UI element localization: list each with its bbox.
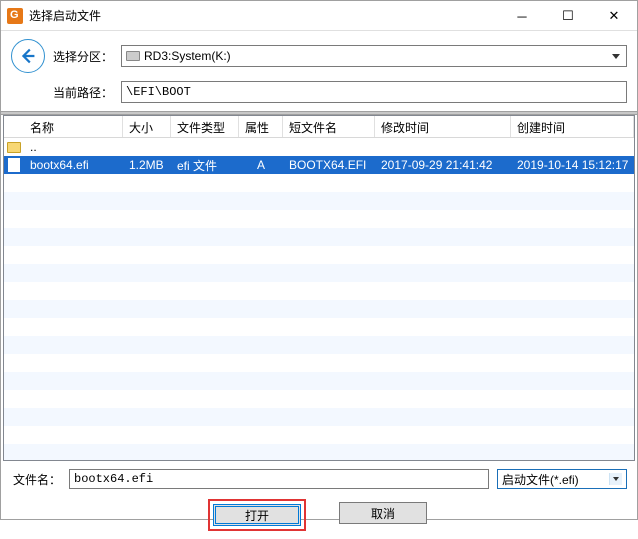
cell-type: efi 文件 xyxy=(171,157,239,174)
file-row xyxy=(4,192,634,210)
cell-ctime: 2019-10-14 15:12:17 xyxy=(511,158,634,172)
file-row xyxy=(4,444,634,461)
file-list: 名称 大小 文件类型 属性 短文件名 修改时间 创建时间 .. bootx64.e… xyxy=(3,115,635,461)
col-size[interactable]: 大小 xyxy=(123,116,171,137)
file-row[interactable]: bootx64.efi1.2MBefi 文件ABOOTX64.EFI2017-0… xyxy=(4,156,634,174)
filter-value: 启动文件(*.efi) xyxy=(502,471,579,488)
cell-mtime: 2017-09-29 21:41:42 xyxy=(375,158,511,172)
toolbar-row2: 当前路径： xyxy=(1,77,637,111)
col-name[interactable]: 名称 xyxy=(24,116,123,137)
col-attr[interactable]: 属性 xyxy=(239,116,283,137)
partition-select[interactable]: RD3:System(K:) xyxy=(121,45,627,67)
window-title: 选择启动文件 xyxy=(29,7,499,24)
bottom-panel: 文件名： 启动文件(*.efi) 打开 取消 xyxy=(1,461,637,539)
col-icon[interactable] xyxy=(4,116,24,137)
file-row xyxy=(4,282,634,300)
cell-attr: A xyxy=(239,158,283,172)
maximize-button[interactable]: ☐ xyxy=(545,1,591,31)
cell-size: 1.2MB xyxy=(123,158,171,172)
filter-select[interactable]: 启动文件(*.efi) xyxy=(497,469,627,489)
file-row xyxy=(4,318,634,336)
file-row xyxy=(4,390,634,408)
cell-name: .. xyxy=(24,140,123,154)
file-row xyxy=(4,408,634,426)
file-row xyxy=(4,174,634,192)
path-input[interactable] xyxy=(121,81,627,103)
cancel-button[interactable]: 取消 xyxy=(339,502,427,524)
close-button[interactable]: ✕ xyxy=(591,1,637,31)
arrow-left-icon xyxy=(17,45,39,67)
file-row xyxy=(4,246,634,264)
col-short[interactable]: 短文件名 xyxy=(283,116,375,137)
folder-icon xyxy=(7,142,21,153)
file-body[interactable]: .. bootx64.efi1.2MBefi 文件ABOOTX64.EFI2017… xyxy=(4,138,634,461)
col-mtime[interactable]: 修改时间 xyxy=(375,116,511,137)
file-row xyxy=(4,372,634,390)
toolbar: 选择分区： RD3:System(K:) xyxy=(1,31,637,77)
drive-icon xyxy=(126,51,140,61)
col-type[interactable]: 文件类型 xyxy=(171,116,239,137)
filename-label: 文件名： xyxy=(11,471,61,488)
partition-value: RD3:System(K:) xyxy=(144,49,231,63)
path-label: 当前路径： xyxy=(53,84,113,101)
file-row xyxy=(4,228,634,246)
cell-name: bootx64.efi xyxy=(24,158,123,172)
app-icon xyxy=(7,8,23,24)
file-row[interactable]: .. xyxy=(4,138,634,156)
filename-input[interactable] xyxy=(69,469,489,489)
partition-label: 选择分区： xyxy=(53,48,113,65)
minimize-button[interactable]: ─ xyxy=(499,1,545,31)
titlebar: 选择启动文件 ─ ☐ ✕ xyxy=(1,1,637,31)
back-button[interactable] xyxy=(11,39,45,73)
file-row xyxy=(4,354,634,372)
file-icon xyxy=(8,158,20,172)
col-ctime[interactable]: 创建时间 xyxy=(511,116,634,137)
cell-short: BOOTX64.EFI xyxy=(283,158,375,172)
file-row xyxy=(4,336,634,354)
file-row xyxy=(4,264,634,282)
file-header: 名称 大小 文件类型 属性 短文件名 修改时间 创建时间 xyxy=(4,116,634,138)
file-row xyxy=(4,426,634,444)
open-button[interactable]: 打开 xyxy=(213,504,301,526)
file-row xyxy=(4,210,634,228)
file-row xyxy=(4,300,634,318)
